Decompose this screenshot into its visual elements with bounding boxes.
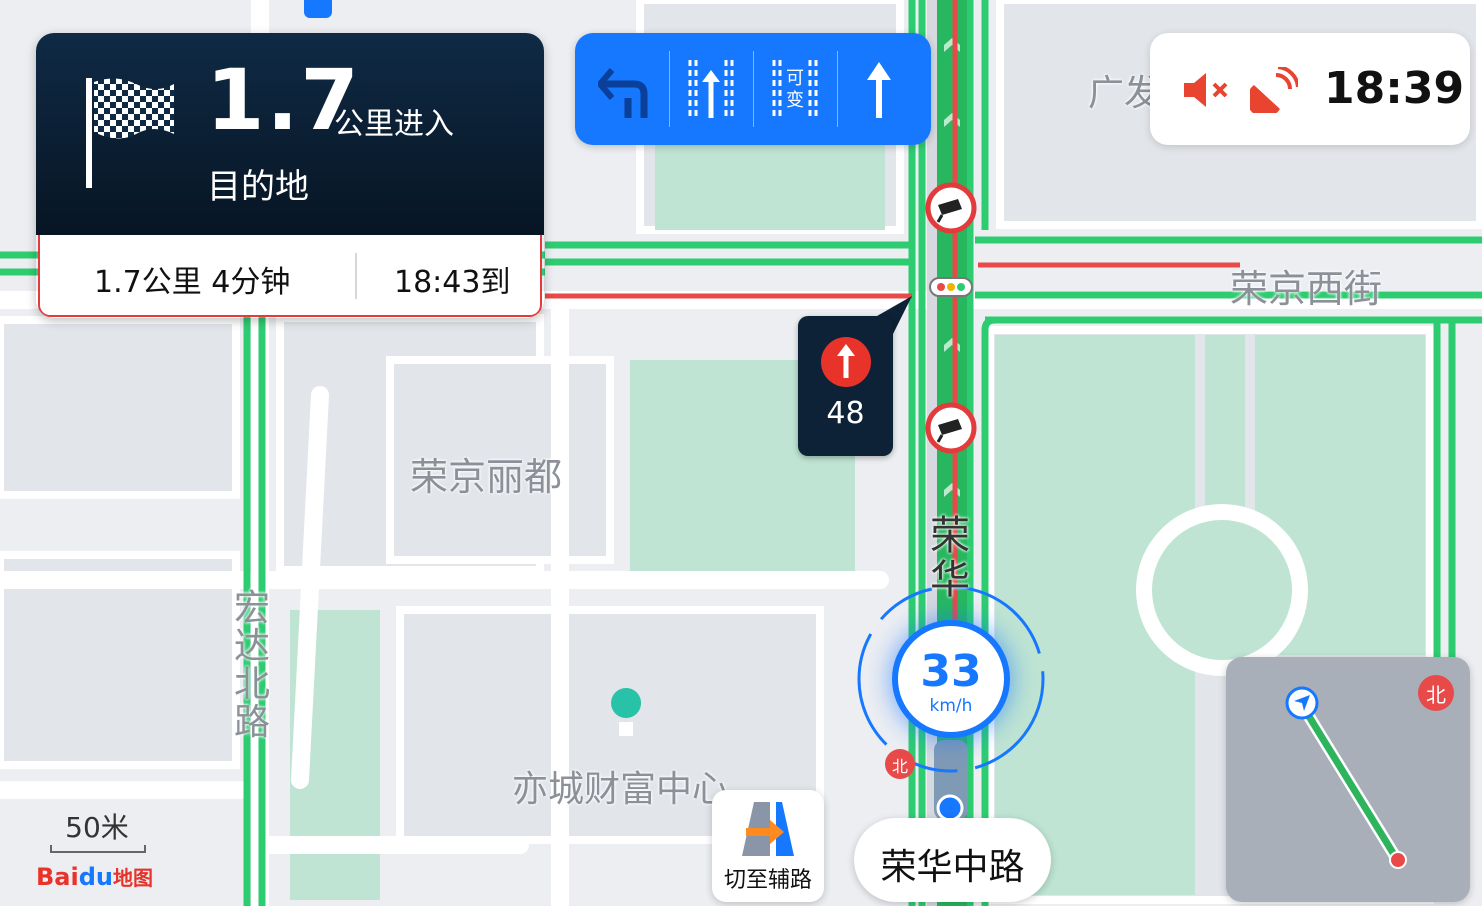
variable-lane-icon: 可 变 <box>772 60 818 118</box>
remaining-distance-time: 1.7公里 4分钟 <box>94 265 291 300</box>
lane-guidance: 可 变 <box>575 33 931 145</box>
navigation-card[interactable]: 1.7 公里进入 目的地 1.7公里 4分钟 18:43到 <box>36 33 544 318</box>
variable-lane-text-top: 可 <box>786 68 804 89</box>
baidu-map-logo: Baidu地图 <box>36 862 153 891</box>
straight-red-arrow-icon <box>821 337 871 387</box>
divider <box>355 253 357 299</box>
straight-dashed-lane-icon <box>688 60 734 118</box>
speedometer: 33 km/h <box>898 626 1004 732</box>
map-scale-label: 50米 <box>65 811 129 844</box>
destination-pin-icon <box>1389 851 1407 869</box>
lane-straight-dashed <box>669 33 753 145</box>
switch-to-aux-road-button[interactable]: 切至辅路 <box>712 790 824 902</box>
lane-straight <box>837 33 921 145</box>
aux-road-icon <box>742 802 794 856</box>
switch-to-aux-road-label: 切至辅路 <box>723 868 812 893</box>
variable-lane-text-bottom: 变 <box>786 90 804 111</box>
compass-north-icon[interactable]: 北 <box>1418 675 1454 711</box>
speed-camera-icon <box>925 182 977 234</box>
map-label-rongjing-west: 荣京西街 <box>1230 267 1383 311</box>
map-scale-bar <box>50 845 146 853</box>
route-overview-minimap[interactable]: 北 <box>1226 657 1470 902</box>
status-bar: 18:39 <box>1150 33 1470 145</box>
map-label-ronghua-vertical: 荣华 <box>930 513 970 603</box>
camera-distance: 48 <box>826 396 865 431</box>
speed-camera-icon <box>925 402 977 454</box>
speed-unit: km/h <box>929 696 973 716</box>
map-label-yicheng-center: 亦城财富中心 <box>512 769 729 810</box>
map-label-rongjing-lidu: 荣京丽都 <box>410 455 563 499</box>
uturn-left-icon <box>598 68 648 118</box>
destination-label: 目的地 <box>207 167 309 207</box>
logo-bai: Bai <box>36 863 79 891</box>
map-label-hongda-north: 宏达北路 <box>234 588 271 743</box>
speaker-muted-icon[interactable] <box>1182 69 1232 111</box>
eta-label: 18:43到 <box>394 265 511 300</box>
straight-arrow-icon <box>867 62 891 118</box>
radar-icon[interactable] <box>1250 67 1298 113</box>
maneuver-panel: 1.7 公里进入 目的地 <box>36 33 544 235</box>
svg-text:北: 北 <box>892 757 908 776</box>
camera-callout: 48 <box>798 316 893 456</box>
lane-uturn <box>583 33 667 145</box>
compass-label: 北 <box>1426 683 1446 707</box>
current-road-chip[interactable]: 荣华中路 <box>854 818 1051 902</box>
clock-time: 18:39 <box>1324 63 1465 114</box>
trip-summary: 1.7公里 4分钟 18:43到 <box>38 235 542 317</box>
lane-variable: 可 变 <box>753 33 837 145</box>
logo-du: du <box>78 863 113 891</box>
speed-value: 33 <box>920 646 982 697</box>
checkered-flag-icon <box>86 78 174 188</box>
logo-map-text: 地图 <box>112 866 153 890</box>
current-road-name: 荣华中路 <box>880 847 1025 888</box>
distance-unit: 公里进入 <box>334 107 454 142</box>
